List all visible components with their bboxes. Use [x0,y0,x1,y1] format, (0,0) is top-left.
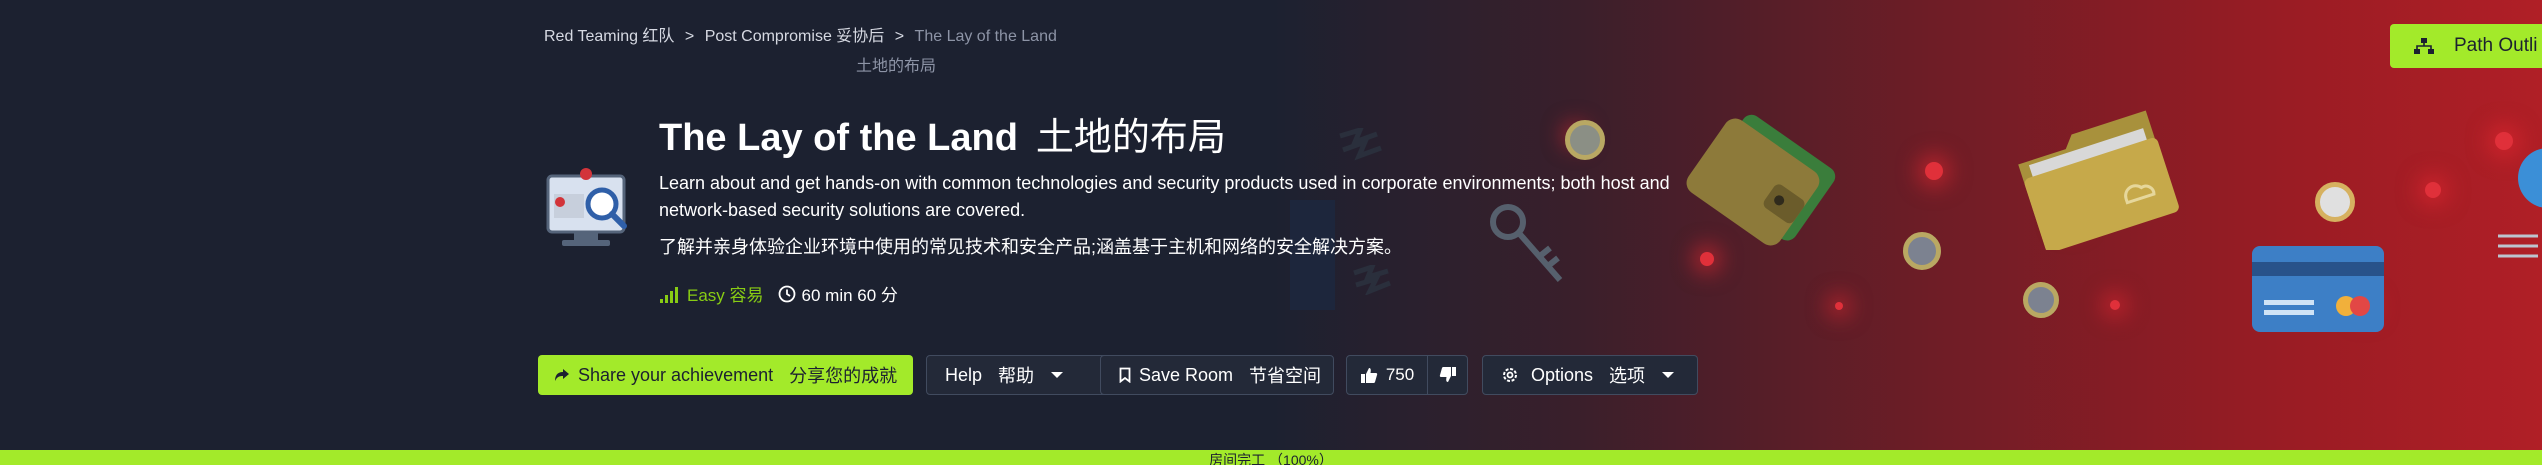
duration: 60 min 60 分 [778,281,898,306]
coin-illustration [2023,282,2059,318]
help-label: Help [945,364,983,385]
room-title-en: The Lay of the Land [659,117,1018,159]
options-dropdown-button[interactable]: Options 选项 [1482,355,1698,395]
credit-card-illustration [2252,246,2384,332]
share-achievement-label: Share your achievement [578,364,774,385]
clock-icon [778,285,795,302]
difficulty-label: Easy 容易 [687,286,764,305]
paperclip-illustration [2498,234,2538,258]
save-room-label: Save Room [1139,364,1234,385]
sitemap-icon [2414,38,2434,54]
coin-illustration [2315,182,2355,222]
options-label: Options [1531,364,1594,385]
chevron-down-icon [1051,372,1064,378]
room-title: The Lay of the Land 土地的布局 [659,106,1226,161]
globe-illustration [2518,148,2542,208]
like-count: 750 [1385,365,1415,384]
help-label-cn: 帮助 [998,366,1035,386]
decor-glow [1925,162,1943,180]
gear-icon [1503,368,1517,382]
bookmark-icon [1119,367,1131,383]
thumbs-down-icon [1439,367,1456,382]
decor-glow [2110,300,2120,310]
share-achievement-button[interactable]: Share your achievement 分享您的成就 [538,355,913,395]
thumbs-up-icon [1360,368,1378,383]
vote-group: 750 [1346,355,1468,395]
room-title-cn: 土地的布局 [1035,117,1226,159]
duration-label: 60 min 60 分 [801,286,898,305]
decor-glow [1835,302,1843,310]
difficulty-badge: Easy 容易 [659,281,764,306]
room-description-translation: 了解并亲身体验企业环境中使用的常见技术和安全产品;涵盖基于主机和网络的安全解决方… [659,237,1402,257]
save-room-label-cn: 节省空间 [1249,366,1322,386]
breadcrumb-item-red-teaming[interactable]: Red Teaming 红队 [544,28,674,45]
breadcrumb-item-post-compromise[interactable]: Post Compromise 妥协后 [705,28,885,45]
room-progress-label: 房间完工 （100%） [1209,452,1333,465]
breadcrumb-current: The Lay of the Land [914,28,1057,45]
room-meta: Easy 容易 60 min 60 分 [659,281,898,306]
breadcrumb-separator: > [684,28,695,45]
room-description: Learn about and get hands-on with common… [659,173,1670,220]
lightning-icon [1339,128,1382,161]
like-button[interactable]: 750 [1347,356,1428,394]
share-icon [555,369,569,381]
breadcrumb-current-translation: 土地的布局 [856,58,937,75]
decor-glow [2425,182,2441,198]
breadcrumb: Red Teaming 红队 > Post Compromise 妥协后 > T… [544,22,1063,46]
folder-illustration [2018,110,2179,250]
dislike-button[interactable] [1428,356,1467,394]
breadcrumb-separator: > [894,28,905,45]
options-label-cn: 选项 [1609,366,1646,386]
signal-icon [660,286,678,303]
room-monitor-icon [546,168,627,246]
chevron-down-icon [1662,372,1675,378]
coin-illustration [1565,120,1605,160]
help-dropdown-button[interactable]: Help 帮助 [926,355,1124,395]
share-achievement-label-cn: 分享您的成就 [789,366,898,386]
path-outline-button[interactable]: Path Outli [2390,24,2542,68]
decor-glow [2495,132,2513,150]
save-room-button[interactable]: Save Room 节省空间 [1100,355,1334,395]
path-outline-label: Path Outli [2454,35,2538,56]
room-progress-bar: 房间完工 （100%） [0,450,2542,465]
room-hero-banner: Red Teaming 红队 > Post Compromise 妥协后 > T… [0,0,2542,450]
lightning-icon [1353,265,1391,295]
coin-illustration [1903,232,1941,270]
